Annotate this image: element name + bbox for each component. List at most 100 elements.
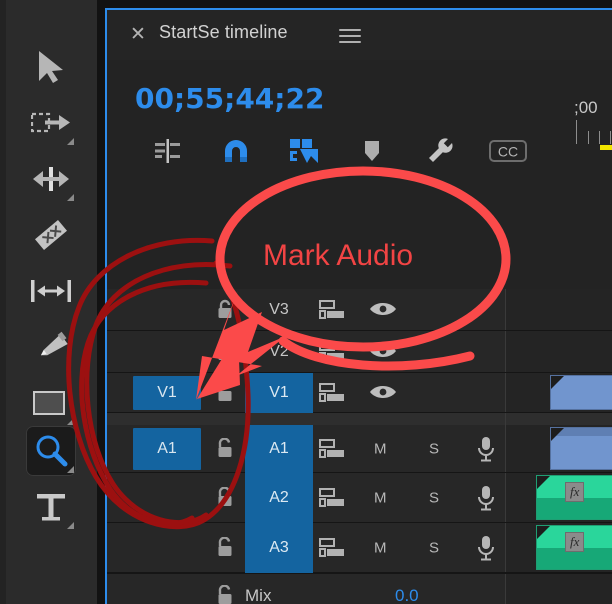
track-name-a3[interactable]: A3 [245, 523, 313, 573]
sync-lock-icon[interactable] [319, 537, 345, 558]
panel-tab-title[interactable]: StartSe timeline [159, 22, 288, 43]
sequence-markers-icon [155, 139, 180, 163]
track-select-forward-icon [31, 112, 70, 133]
clip-corner-icon [537, 476, 550, 489]
timeline-display-settings-button[interactable] [417, 128, 463, 174]
linked-selection-button[interactable] [281, 128, 327, 174]
mute-button-a3[interactable]: M [374, 539, 387, 556]
eye-icon[interactable] [369, 300, 397, 320]
solo-button-a1[interactable]: S [429, 440, 439, 457]
add-marker-button[interactable] [349, 128, 395, 174]
microphone-icon[interactable] [475, 535, 497, 561]
razor-icon [35, 219, 67, 251]
track-row-v3[interactable]: V3 [107, 289, 612, 331]
source-patch-v1[interactable]: V1 [133, 376, 201, 410]
ruler-time-label: ;00 [574, 98, 598, 117]
track-lane-v1[interactable] [505, 373, 612, 412]
track-name-a2[interactable]: A2 [245, 473, 313, 523]
unlock-icon[interactable] [215, 437, 235, 460]
eye-icon[interactable] [369, 342, 397, 362]
sync-lock-icon[interactable] [319, 487, 345, 508]
selection-tool[interactable] [26, 42, 76, 92]
type-t-icon [37, 494, 65, 521]
track-divider [107, 413, 612, 425]
tool-more-corner [67, 522, 74, 529]
marker-shield-icon [365, 141, 379, 161]
clip-corner-icon [551, 428, 564, 441]
mute-button-a2[interactable]: M [374, 489, 387, 506]
ripple-edit-tool[interactable] [26, 154, 76, 204]
audio-clip[interactable]: fx [536, 525, 612, 570]
video-clip[interactable] [550, 375, 612, 410]
track-name-v2[interactable]: V2 [245, 331, 313, 373]
track-row-a1[interactable]: A1 A1 M S [107, 425, 612, 473]
microphone-icon[interactable] [475, 485, 497, 511]
rolling-edit-tool[interactable] [26, 210, 76, 260]
magnet-icon [225, 140, 247, 162]
wrench-icon [429, 138, 453, 162]
sync-lock-icon[interactable] [319, 299, 345, 320]
snap-button[interactable] [213, 128, 259, 174]
mute-button-a1[interactable]: M [374, 440, 387, 457]
unlock-icon[interactable] [215, 381, 235, 404]
hamburger-menu-icon[interactable] [339, 29, 361, 45]
microphone-icon[interactable] [475, 436, 497, 462]
timeline-toolbar: CC [107, 128, 612, 174]
sync-lock-icon[interactable] [319, 341, 345, 362]
ripple-edit-icon [33, 167, 69, 191]
unlock-icon[interactable] [215, 486, 235, 509]
track-lane-a3[interactable]: fx [505, 523, 612, 572]
pen-tool[interactable] [26, 322, 76, 372]
fx-badge: fx [565, 482, 585, 502]
unlock-icon[interactable] [215, 340, 235, 363]
zoom-tool[interactable] [26, 426, 76, 476]
mix-value[interactable]: 0.0 [395, 586, 419, 604]
video-clip[interactable] [550, 427, 612, 470]
premiere-timeline-screenshot: ✕ StartSe timeline 00;55;44;22 ;00 CC V3… [0, 0, 612, 604]
solo-button-a2[interactable]: S [429, 489, 439, 506]
track-name-v1[interactable]: V1 [245, 373, 313, 413]
track-select-forward-tool[interactable] [26, 98, 76, 148]
closed-captions-button[interactable]: CC [485, 128, 531, 174]
type-tool[interactable] [26, 482, 76, 532]
sync-lock-icon[interactable] [319, 438, 345, 459]
track-lane-v2[interactable] [505, 331, 612, 372]
close-icon[interactable]: ✕ [129, 25, 147, 44]
mix-lane [505, 574, 612, 604]
track-lane-v3[interactable] [505, 289, 612, 330]
tool-more-corner [67, 418, 74, 425]
hand-rectangle-icon [33, 391, 65, 415]
track-lane-a1[interactable] [505, 425, 612, 472]
sync-lock-icon[interactable] [319, 382, 345, 403]
slip-tool[interactable] [26, 266, 76, 316]
clip-corner-icon [551, 376, 564, 389]
hand-tool[interactable] [26, 378, 76, 428]
cc-icon: CC [489, 140, 527, 162]
track-row-a3[interactable]: A3 M S fx [107, 523, 612, 573]
unlock-icon[interactable] [215, 584, 235, 604]
solo-button-a3[interactable]: S [429, 539, 439, 556]
insert-overwrite-indicator-button[interactable] [145, 128, 191, 174]
track-lane-a2[interactable]: fx [505, 473, 612, 522]
track-row-v2[interactable]: V2 [107, 331, 612, 373]
tools-panel-edge [0, 0, 6, 604]
track-name-a1[interactable]: A1 [245, 425, 313, 473]
timeline-panel: ✕ StartSe timeline 00;55;44;22 ;00 CC V3… [105, 8, 612, 604]
track-name-v3[interactable]: V3 [245, 289, 313, 331]
eye-icon[interactable] [369, 383, 397, 403]
pen-icon [40, 331, 68, 356]
arrow-cursor-icon [39, 51, 63, 83]
audio-clip[interactable]: fx [536, 475, 612, 520]
slip-icon [31, 280, 71, 302]
fx-badge: fx [565, 532, 585, 552]
source-patch-a1[interactable]: A1 [133, 428, 201, 470]
lock-icon[interactable] [215, 299, 235, 321]
track-row-v1[interactable]: V1 V1 [107, 373, 612, 413]
master-mix-row[interactable]: Mix 0.0 [107, 573, 612, 604]
unlock-icon[interactable] [215, 536, 235, 559]
mix-label: Mix [245, 586, 272, 604]
panel-gutter [97, 0, 105, 604]
linked-selection-icon [290, 139, 318, 163]
playhead-timecode[interactable]: 00;55;44;22 [135, 82, 324, 115]
track-row-a2[interactable]: A2 M S fx [107, 473, 612, 523]
